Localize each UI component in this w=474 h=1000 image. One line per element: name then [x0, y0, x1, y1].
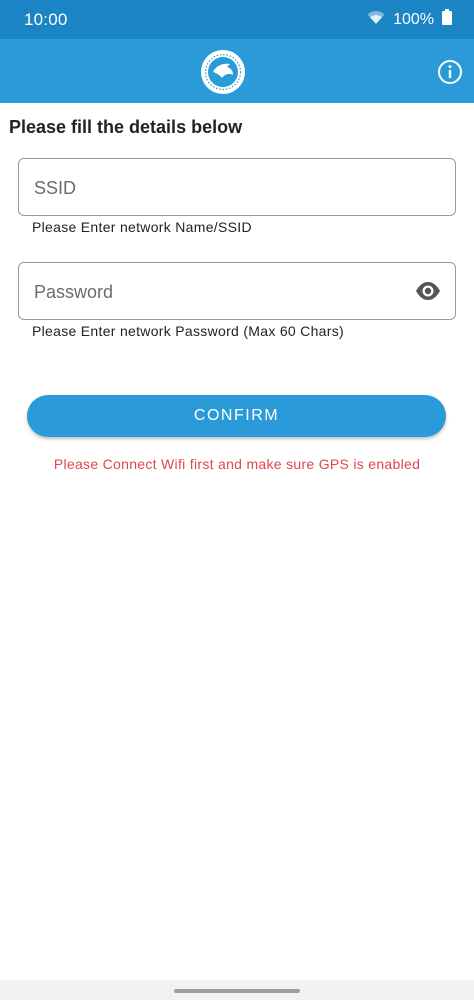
password-input[interactable]	[32, 263, 416, 321]
app-bar	[0, 39, 474, 103]
ssid-field[interactable]	[18, 158, 456, 217]
password-field[interactable]	[18, 262, 456, 321]
ssid-input[interactable]	[32, 159, 416, 217]
wifi-icon	[367, 10, 385, 30]
status-time: 10:00	[24, 9, 68, 29]
ssid-helper-text: Please Enter network Name/SSID	[32, 219, 252, 235]
info-icon[interactable]	[437, 59, 463, 85]
confirm-button[interactable]: CONFIRM	[27, 395, 446, 437]
battery-icon	[442, 9, 452, 30]
eye-icon[interactable]	[415, 279, 441, 303]
navigation-bar	[0, 980, 474, 1000]
home-handle[interactable]	[174, 989, 300, 993]
page-title: Please fill the details below	[9, 117, 243, 137]
bird-logo-icon	[200, 49, 246, 95]
wifi-setup-screen: 10:00 100% Please fill the details below…	[0, 0, 474, 1000]
error-message: Please Connect Wifi first and make sure …	[53, 456, 421, 472]
battery-percentage: 100%	[393, 10, 434, 28]
status-indicators: 100%	[367, 9, 452, 30]
password-helper-text: Please Enter network Password (Max 60 Ch…	[32, 323, 344, 339]
status-bar: 10:00 100%	[0, 0, 474, 39]
